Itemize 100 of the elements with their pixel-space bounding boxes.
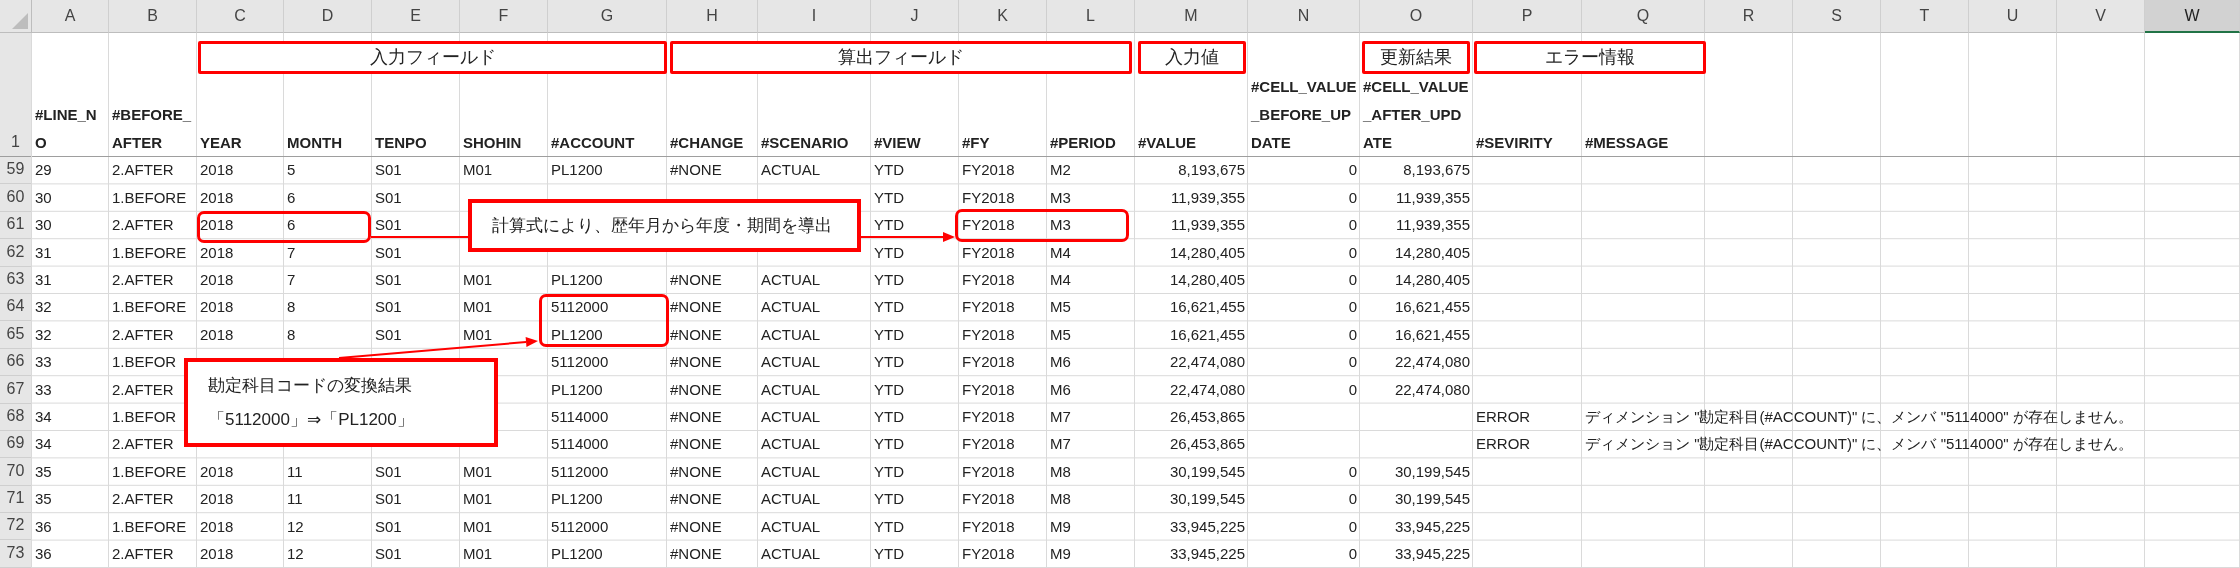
table-cell-text: S01 [375, 160, 402, 181]
table-cell-text: M3 [1050, 215, 1071, 236]
column-header[interactable]: M [1135, 0, 1248, 33]
column-title: #VIEW [874, 133, 921, 153]
table-cell-text: 1.BEFOR [112, 406, 177, 427]
column-header[interactable]: E [372, 0, 460, 33]
column-header[interactable]: T [1881, 0, 1969, 33]
column-title: #FY [962, 133, 990, 153]
column-header[interactable]: R [1705, 0, 1793, 33]
table-cell-text: 33,945,225 [1394, 543, 1470, 564]
column-header[interactable]: C [197, 0, 284, 33]
table-cell-text: M8 [1050, 489, 1071, 510]
column-header[interactable]: S [1793, 0, 1881, 33]
column-header[interactable]: A [32, 0, 109, 33]
column-header[interactable]: U [1969, 0, 2057, 33]
callout-text: 計算式により、歴年月から年度・期間を導出 [492, 214, 833, 237]
column-header[interactable]: P [1473, 0, 1582, 33]
table-cell-text: 11 [287, 489, 303, 510]
table-cell-text: 2018 [200, 187, 234, 208]
row-header[interactable]: 70 [0, 458, 32, 486]
table-cell-text: 26,453,865 [1169, 406, 1245, 427]
table-cell-text: ACTUAL [761, 406, 821, 427]
row-header[interactable]: 61 [0, 211, 32, 240]
table-cell-text: 2018 [200, 242, 234, 263]
table-cell-text: 36 [35, 516, 52, 537]
row-header[interactable]: 71 [0, 485, 32, 514]
table-cell-text: FY2018 [962, 489, 1015, 510]
column-header[interactable]: D [284, 0, 372, 33]
column-header[interactable]: W [2145, 0, 2240, 33]
table-cell-text: S01 [375, 324, 402, 345]
column-header[interactable]: H [667, 0, 758, 33]
table-cell-text: 31 [35, 270, 52, 290]
table-cell-text: 0 [1348, 489, 1357, 510]
table-cell-text: ACTUAL [761, 270, 821, 290]
table-cell-text: M7 [1050, 406, 1071, 427]
row-header[interactable]: 65 [0, 321, 32, 349]
table-cell-text: YTD [874, 324, 904, 345]
table-cell-text: YTD [874, 516, 904, 537]
table-cell-text: YTD [874, 270, 904, 290]
table-cell-text: 5114000 [551, 434, 609, 455]
column-header[interactable]: J [871, 0, 959, 33]
column-header[interactable]: I [758, 0, 871, 33]
table-cell-text: ACTUAL [761, 324, 821, 345]
column-header[interactable]: O [1360, 0, 1473, 33]
row-header[interactable]: 69 [0, 430, 32, 459]
table-cell-text: 0 [1348, 324, 1357, 345]
table-cell-text: ACTUAL [761, 489, 821, 510]
table-cell-text: YTD [874, 215, 904, 236]
column-header[interactable]: F [460, 0, 548, 33]
table-cell-text: 33,945,225 [1169, 543, 1245, 564]
row-header[interactable]: 60 [0, 184, 32, 212]
table-cell-text: 11,939,355 [1396, 215, 1470, 236]
row-header[interactable]: 68 [0, 403, 32, 431]
row-header[interactable]: 73 [0, 540, 32, 568]
table-cell-text: 2018 [200, 215, 234, 236]
row-header[interactable]: 59 [0, 157, 32, 185]
table-cell-text: 34 [35, 406, 52, 427]
row-header[interactable]: 62 [0, 239, 32, 267]
table-cell-text: 2.AFTER [112, 270, 174, 290]
table-cell-text: 5112000 [551, 352, 609, 373]
table-cell-text: 30,199,545 [1394, 461, 1470, 482]
column-title: #ACCOUNT [551, 133, 635, 153]
column-header[interactable]: L [1047, 0, 1135, 33]
column-header[interactable]: N [1248, 0, 1360, 33]
table-cell-text: 22,474,080 [1394, 352, 1470, 373]
row-header[interactable]: 63 [0, 266, 32, 294]
row-header[interactable]: 67 [0, 376, 32, 404]
row-header[interactable]: 66 [0, 348, 32, 377]
table-cell-text: S01 [375, 489, 402, 510]
table-cell-text: M4 [1050, 242, 1071, 263]
table-cell-text: 0 [1348, 352, 1357, 373]
table-cell-text: M5 [1050, 297, 1071, 318]
row-header[interactable]: 72 [0, 513, 32, 541]
table-cell-text: FY2018 [962, 543, 1015, 564]
table-cell-text: #NONE [670, 406, 722, 427]
row-header[interactable]: 64 [0, 293, 32, 322]
table-cell-text: 0 [1348, 543, 1357, 564]
table-cell-text: ACTUAL [761, 543, 821, 564]
table-cell-text: ACTUAL [761, 297, 821, 318]
column-title: #CELL_VALUE_BEFORE_UPDATE [1251, 77, 1357, 153]
table-cell-text: YTD [874, 297, 904, 318]
table-cell-text: FY2018 [962, 461, 1015, 482]
table-cell-text: 6 [287, 215, 296, 236]
column-header[interactable]: K [959, 0, 1047, 33]
table-cell-text: 30 [35, 187, 52, 208]
table-cell-text: PL1200 [551, 543, 603, 564]
table-cell-text: FY2018 [962, 187, 1015, 208]
column-header[interactable]: V [2057, 0, 2145, 33]
column-header[interactable]: G [548, 0, 667, 33]
row-header[interactable]: 1 [0, 33, 32, 157]
table-cell-text: 8,193,675 [1403, 160, 1470, 181]
column-header[interactable]: B [109, 0, 197, 33]
table-cell-text: S01 [375, 543, 402, 564]
table-cell-text: 22,474,080 [1394, 379, 1470, 400]
column-title: SHOHIN [463, 133, 522, 153]
table-cell-text: 35 [35, 461, 52, 482]
table-cell-text: 1.BEFORE [112, 297, 187, 318]
select-all-icon[interactable] [12, 13, 28, 29]
table-cell-text: 0 [1348, 242, 1357, 263]
column-header[interactable]: Q [1582, 0, 1705, 33]
